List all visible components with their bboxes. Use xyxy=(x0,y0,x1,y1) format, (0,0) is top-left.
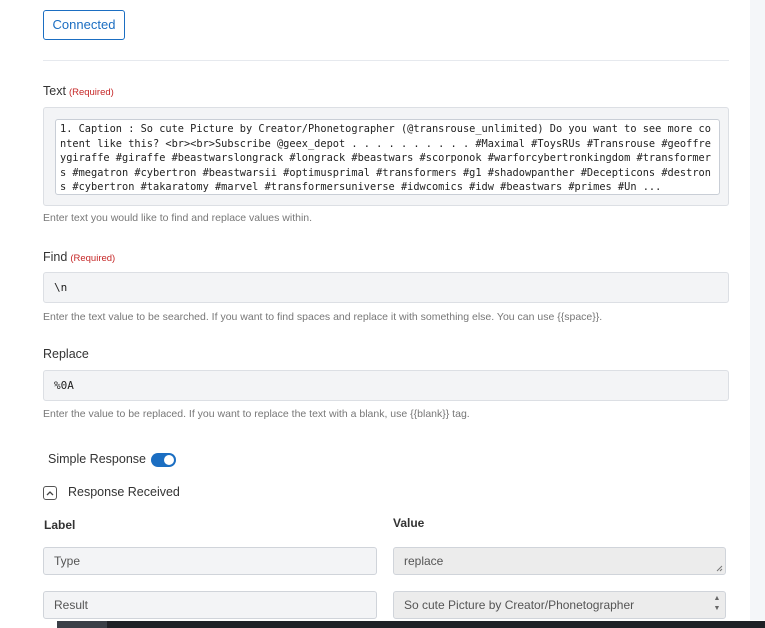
response-received-label: Response Received xyxy=(68,485,180,499)
scroll-down-icon[interactable]: ▼ xyxy=(713,605,721,613)
divider xyxy=(43,60,729,61)
page-scrollbar[interactable] xyxy=(750,0,765,628)
simple-response-label: Simple Response xyxy=(48,452,146,466)
replace-hint: Enter the value to be replaced. If you w… xyxy=(43,408,470,420)
replace-label: Replace xyxy=(43,347,89,361)
row-result-label[interactable]: Result xyxy=(43,591,377,619)
find-hint: Enter the text value to be searched. If … xyxy=(43,311,603,323)
collapse-button[interactable] xyxy=(43,486,57,500)
toggle-knob xyxy=(164,455,174,465)
scroll-up-icon[interactable]: ▲ xyxy=(713,595,721,603)
value-column-header: Value xyxy=(393,516,425,530)
resize-handle-icon[interactable] xyxy=(715,564,723,572)
settings-panel: Connected Text (Required) 1. Caption : So… xyxy=(0,0,750,620)
text-input[interactable]: 1. Caption : So cute Picture by Creator/… xyxy=(55,119,720,195)
row-type-value[interactable]: replace xyxy=(393,547,726,575)
required-marker: (Required) xyxy=(68,87,114,98)
taskbar-item[interactable] xyxy=(57,621,107,628)
required-marker: (Required) xyxy=(70,253,116,264)
text-hint: Enter text you would like to find and re… xyxy=(43,212,313,224)
row-result-value[interactable]: So cute Picture by Creator/Phonetographe… xyxy=(393,591,726,619)
replace-input[interactable]: %0A xyxy=(43,370,729,401)
text-field-container: 1. Caption : So cute Picture by Creator/… xyxy=(43,107,729,206)
connected-button[interactable]: Connected xyxy=(43,10,125,40)
taskbar-strip xyxy=(57,621,765,628)
find-label: Find (Required) xyxy=(43,250,116,264)
text-label: Text (Required) xyxy=(43,84,114,98)
find-input[interactable]: \n xyxy=(43,272,729,303)
row-type-label[interactable]: Type xyxy=(43,547,377,575)
chevron-up-icon xyxy=(46,491,54,496)
label-column-header: Label xyxy=(44,518,76,532)
simple-response-toggle[interactable] xyxy=(151,453,176,467)
